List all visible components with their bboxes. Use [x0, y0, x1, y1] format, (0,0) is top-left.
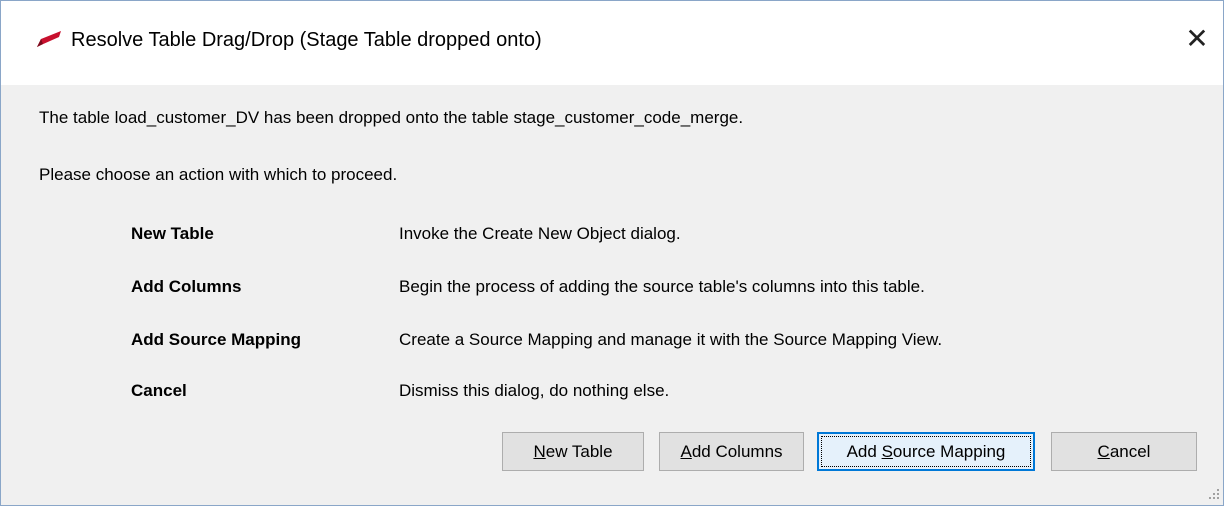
red-pencil-icon [37, 31, 61, 47]
option-desc-add-columns: Begin the process of adding the source t… [399, 277, 925, 296]
instruction-text: Please choose an action with which to pr… [39, 165, 398, 184]
add-source-mapping-button[interactable]: Add Source Mapping [817, 432, 1035, 471]
new-table-button[interactable]: New Table [502, 432, 644, 471]
option-desc-new-table: Invoke the Create New Object dialog. [399, 224, 681, 243]
cancel-mnemonic: C [1097, 441, 1110, 461]
option-label-add-source-mapping: Add Source Mapping [131, 330, 301, 349]
option-desc-cancel: Dismiss this dialog, do nothing else. [399, 381, 670, 400]
resolve-drag-drop-dialog: Resolve Table Drag/Drop (Stage Table dro… [0, 0, 1224, 506]
option-label-cancel: Cancel [131, 381, 187, 400]
title-bar[interactable]: Resolve Table Drag/Drop (Stage Table dro… [1, 1, 1223, 85]
option-label-new-table: New Table [131, 224, 214, 243]
cancel-button-label: ancel [1109, 441, 1151, 461]
new-table-button-label: ew Table [545, 441, 613, 461]
resize-grip-icon[interactable] [1207, 487, 1221, 501]
dropped-message: The table load_customer_DV has been drop… [39, 108, 744, 127]
new-table-mnemonic: N [533, 441, 546, 461]
add-columns-button-label: dd Columns [691, 441, 783, 461]
focus-rectangle [821, 436, 1031, 467]
cancel-button[interactable]: Cancel [1051, 432, 1197, 471]
add-columns-mnemonic: A [680, 441, 692, 461]
close-icon[interactable]: ✕ [1179, 21, 1215, 57]
option-desc-add-source-mapping: Create a Source Mapping and manage it wi… [399, 330, 943, 349]
add-columns-button[interactable]: Add Columns [659, 432, 804, 471]
option-label-add-columns: Add Columns [131, 277, 242, 296]
dialog-title: Resolve Table Drag/Drop (Stage Table dro… [71, 29, 542, 51]
